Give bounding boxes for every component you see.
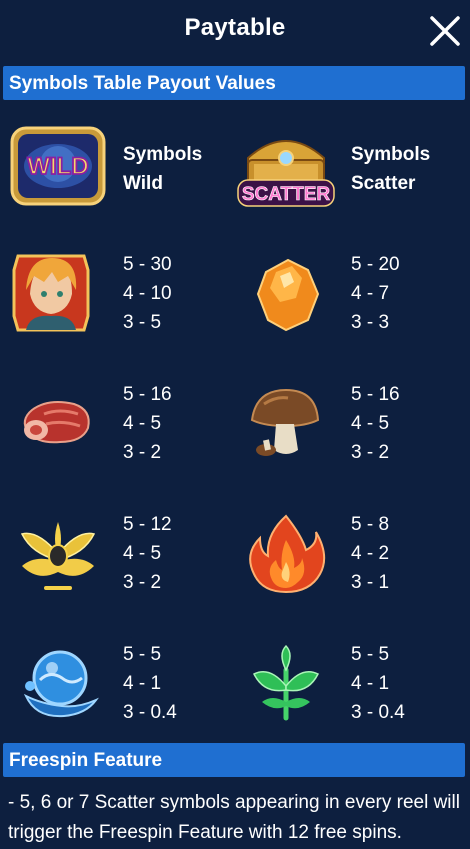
- pay-5: 5 - 8: [351, 514, 390, 535]
- pay-3: 3 - 2: [351, 442, 390, 463]
- amber-gem-icon: [256, 258, 320, 332]
- pay-3: 3 - 0.4: [351, 702, 405, 723]
- hero-icon: [12, 254, 90, 332]
- pay-5: 5 - 12: [123, 514, 172, 535]
- pay-3: 3 - 1: [351, 572, 390, 593]
- pay-4: 4 - 5: [351, 413, 390, 434]
- pay-5: 5 - 16: [351, 384, 400, 405]
- close-icon: [430, 16, 460, 46]
- scatter-badge-text: SCATTER: [242, 184, 331, 205]
- section-title: Symbols Table Payout Values: [9, 73, 276, 94]
- scatter-label-line1: Symbols: [351, 144, 431, 165]
- pay-4: 4 - 2: [351, 543, 390, 564]
- symbols-table-header: Symbols Table Payout Values: [3, 66, 465, 100]
- page-title: Paytable: [184, 14, 286, 41]
- pay-5: 5 - 16: [123, 384, 172, 405]
- pay-3: 3 - 3: [351, 312, 390, 333]
- pay-4: 4 - 1: [351, 673, 390, 694]
- pay-3: 3 - 2: [123, 572, 162, 593]
- wild-label-line2: Wild: [123, 173, 163, 194]
- wild-badge-text: WILD: [27, 153, 88, 180]
- pay-4: 4 - 7: [351, 283, 390, 304]
- pay-4: 4 - 1: [123, 673, 162, 694]
- pay-3: 3 - 5: [123, 312, 162, 333]
- section-title: Freespin Feature: [9, 750, 163, 771]
- wild-symbol-icon: WILD: [10, 126, 106, 206]
- close-button[interactable]: [428, 14, 462, 48]
- pay-3: 3 - 0.4: [123, 702, 177, 723]
- gold-leaf-icon: [20, 522, 96, 590]
- pay-4: 4 - 5: [123, 413, 162, 434]
- header: Paytable: [0, 0, 470, 62]
- pay-5: 5 - 5: [351, 644, 390, 665]
- pay-4: 4 - 10: [123, 283, 172, 304]
- freespin-feature-header: Freespin Feature: [3, 743, 465, 777]
- meat-icon: [23, 401, 90, 444]
- water-orb-icon: [23, 650, 99, 718]
- mushroom-icon: [250, 388, 320, 456]
- pay-4: 4 - 5: [123, 543, 162, 564]
- fire-icon: [249, 514, 326, 594]
- scatter-symbol-icon: SCATTER: [237, 140, 335, 207]
- pay-5: 5 - 30: [123, 254, 172, 275]
- pay-5: 5 - 20: [351, 254, 400, 275]
- pay-3: 3 - 2: [123, 442, 162, 463]
- freespin-description: - 5, 6 or 7 Scatter symbols appearing in…: [8, 792, 460, 843]
- pay-5: 5 - 5: [123, 644, 162, 665]
- wild-label-line1: Symbols: [123, 144, 203, 165]
- green-leaf-icon: [252, 644, 320, 721]
- scatter-label-line2: Scatter: [351, 173, 416, 194]
